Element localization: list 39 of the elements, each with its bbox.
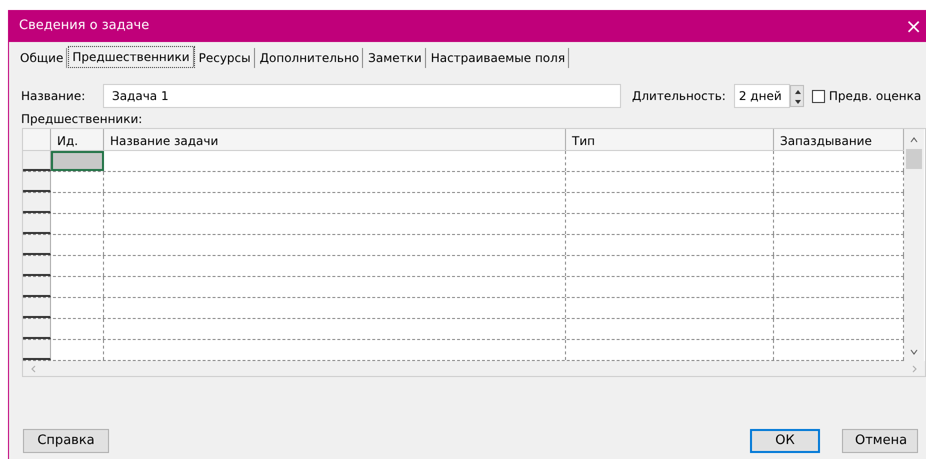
row-header[interactable]	[23, 214, 51, 234]
close-button[interactable]: ×	[905, 16, 922, 36]
row-header[interactable]	[23, 340, 51, 360]
scroll-left-icon[interactable]	[29, 364, 37, 374]
estimate-label: Предв. оценка	[828, 88, 922, 105]
row-header[interactable]	[23, 277, 51, 297]
scroll-up-icon[interactable]	[909, 135, 919, 145]
scroll-right-icon[interactable]	[911, 364, 919, 374]
table-cell[interactable]	[51, 151, 104, 171]
column-header[interactable]: Тип	[566, 129, 774, 150]
tab[interactable]: Дополнительно	[256, 48, 364, 68]
row-header[interactable]	[23, 319, 51, 339]
scroll-thumb[interactable]	[906, 149, 922, 169]
row-header[interactable]	[23, 172, 51, 192]
spinner-icon[interactable]	[790, 85, 804, 107]
row-header[interactable]	[23, 256, 51, 276]
dialog-button[interactable]: Отмена	[842, 429, 918, 453]
row-header[interactable]	[23, 298, 51, 318]
name-field[interactable]: Задача 1	[103, 84, 621, 108]
vertical-scrollbar[interactable]	[904, 129, 924, 361]
window-title: Сведения о задаче	[19, 17, 150, 36]
column-header[interactable]: Ид.	[51, 129, 104, 150]
horizontal-scrollbar[interactable]	[23, 361, 925, 376]
duration-field[interactable]: 2 дней	[734, 84, 790, 108]
tab[interactable]: Ресурсы	[196, 48, 255, 68]
predecessors-label: Предшественники:	[20, 111, 144, 128]
help-button[interactable]: Справка	[23, 429, 109, 453]
scroll-down-icon[interactable]	[909, 347, 919, 357]
column-header[interactable]: Название задачи	[104, 129, 566, 150]
row-header[interactable]	[23, 151, 51, 171]
row-header[interactable]	[23, 235, 51, 255]
tab[interactable]: Настраиваемые поля	[428, 48, 570, 68]
dialog-button[interactable]: ОК	[750, 429, 820, 453]
tab[interactable]: Заметки	[365, 48, 426, 68]
row-header[interactable]	[23, 193, 51, 213]
estimate-checkbox[interactable]	[812, 90, 825, 102]
duration-label: Длительность:	[632, 88, 726, 105]
name-label: Название:	[21, 88, 86, 105]
tab[interactable]: Общие	[17, 48, 68, 68]
